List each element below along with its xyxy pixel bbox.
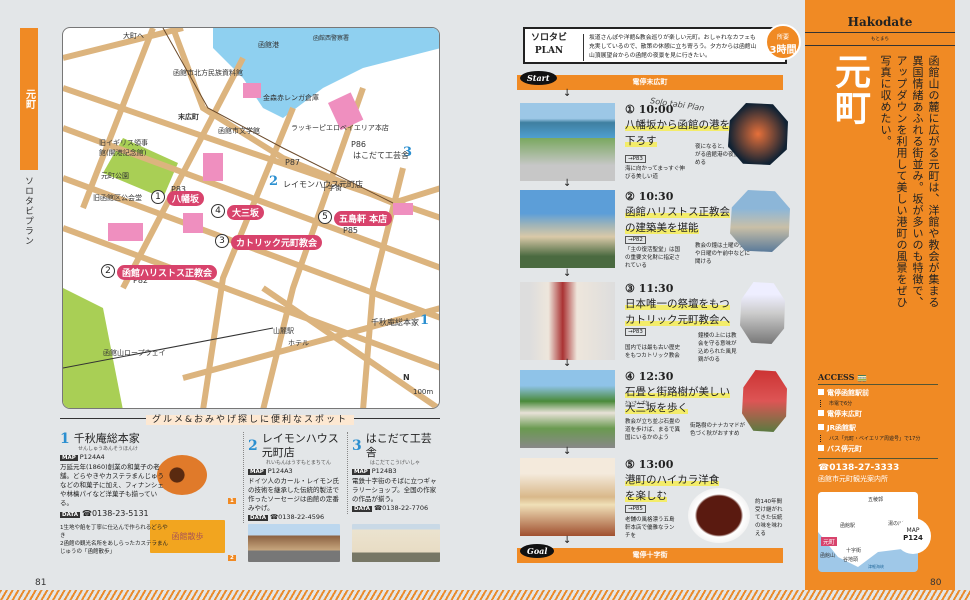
spot-number: 1	[151, 190, 165, 204]
goal-bar: 電停十字街	[517, 548, 783, 563]
spot-phone: ☎0138-22-4596	[269, 513, 325, 521]
page-number: 81	[35, 578, 47, 588]
map-pin-hachimanzaka[interactable]: 八幡坂	[167, 191, 205, 206]
step-photo	[520, 190, 615, 268]
spot-desc: 万延元年(1860)創業の和菓子の老舗。どらやきやカステラまんじゅうなどの和菓子…	[60, 463, 164, 507]
map-label: ラッキーピエロベイエリア本店	[291, 124, 389, 132]
night-view-photo	[728, 103, 788, 165]
plan-description: 坂道さんぽや洋館&教会巡りが楽しい元町。おしゃれなカフェも充実しているので、散策…	[583, 34, 758, 61]
photo-number: 2	[228, 555, 236, 561]
section-tab: 元町	[20, 28, 38, 170]
belfry-photo	[740, 282, 785, 344]
map-label: 山麓駅	[273, 327, 294, 335]
spot-card: 3 はこだて工芸舎 はこだてこうげいしゃ MAP P124B3 電鉄十字街のそばに立…	[347, 432, 442, 514]
map-label: ホテル	[288, 339, 309, 347]
stew-photo	[688, 488, 750, 543]
spot-number: 4	[211, 204, 225, 218]
spot-card: 1 千秋庵総本家 せんしゅうあんそうほんけ MAP P124A4 万延元年(1860…	[60, 431, 169, 555]
plan-header: ソロタビ PLAN 坂道さんぽや洋館&教会巡りが楽しい元町。おしゃれなカフェも充実…	[523, 27, 787, 64]
spot-phone: ☎0138-23-5131	[81, 509, 149, 518]
map-pin-harisutosu[interactable]: 函館ハリストス正教会	[117, 265, 218, 280]
page-number: 80	[930, 578, 942, 588]
duration-badge: 所要 3時間	[765, 24, 801, 60]
map-label: 函館山ロープウェイ	[103, 349, 166, 357]
map-pin-daisanzaka[interactable]: 大三坂	[227, 205, 265, 220]
area-reading: もとまち	[805, 36, 955, 46]
access-box: ACCESS 🚃 電停函館駅前 市電で6分 電停末広町 JR函館駅 バス「元町・…	[818, 372, 938, 456]
raymon-house-photo	[248, 524, 340, 562]
step-photo	[520, 282, 615, 360]
page-ref: P87	[285, 158, 301, 167]
arrow-icon: ↓	[563, 446, 572, 457]
kogeisha-photo	[352, 524, 440, 562]
plan-step: ③ 11:30 日本唯一の祭壇をもつ カトリック元町教会へ →P83 国内では最も…	[520, 282, 785, 363]
spot-card: 2 レイモンハウス元町店 れいもんはうすもとまちてん MAP P124A3 ドイツ人…	[243, 432, 343, 523]
map-label: 函館港	[258, 41, 279, 49]
spot-name: はこだて工芸舎	[365, 432, 432, 459]
divider	[818, 458, 938, 459]
start-label: Start	[520, 71, 557, 85]
bottom-stripe	[0, 590, 970, 600]
scale-label: 100m	[413, 388, 434, 396]
spot-name: 千秋庵総本家	[73, 432, 140, 445]
map-label: 末広町	[178, 113, 199, 121]
shop-number: 1	[420, 313, 430, 328]
map-label: 旧函館区公会堂	[93, 194, 142, 202]
area-name: Hakodate	[805, 15, 955, 33]
section-label: ソロタビプラン	[23, 176, 33, 246]
train-icon: 🚃	[857, 372, 868, 382]
spot-name: レイモンハウス元町店	[261, 432, 339, 459]
arrow-icon: ↓	[563, 268, 572, 279]
map-shop-label[interactable]: レイモンハウス元町店	[283, 179, 363, 190]
map-shop-label[interactable]: はこだて工芸舎	[353, 150, 409, 161]
spot-number: 5	[318, 210, 332, 224]
arrow-icon: ↓	[563, 88, 572, 99]
map-label: 函館市北方民族資料館	[173, 69, 243, 77]
map-label: 金森赤レンガ倉庫	[263, 94, 319, 102]
map-label: 函館市文学館	[218, 127, 260, 135]
page-ref: P85	[343, 226, 359, 235]
step-photo	[520, 458, 615, 536]
step-photo	[520, 103, 615, 181]
page-ref: P86	[351, 140, 367, 149]
map-label: 元町公園	[101, 172, 129, 180]
contact: ☎0138-27-3333 函館市元町観光案内所	[818, 463, 900, 483]
spot-phone: ☎0138-22-7706	[373, 504, 429, 512]
map-pin-gotoken[interactable]: 五島軒 本店	[334, 211, 393, 226]
map-label: 大町へ	[123, 32, 144, 40]
map-page-link[interactable]: MAP P124	[895, 518, 931, 554]
map-shop-label[interactable]: 千秋庵総本家	[371, 317, 419, 328]
goal-label: Goal	[520, 544, 555, 558]
shop-number: 2	[269, 174, 279, 189]
step-photo	[520, 370, 615, 448]
arrow-icon: ↓	[563, 535, 572, 546]
plan-step: ④ 12:30 石畳と街路樹が美しい 大三坂を歩く だいさんざか 教会が立ち並ぶ石…	[520, 370, 787, 450]
lead-text: 函館山の麓に広がる元町は、洋館や教会が集まる異国情緒あふれる街並み。坂が多いのも…	[879, 55, 940, 308]
plan-step: ② 10:30 函館ハリストス正教会 の建築美を堪能 →P82 「主の復活聖堂」は…	[520, 190, 790, 270]
spot-number: 2	[101, 264, 115, 278]
area-map[interactable]: 大町へ 函館西警察署 函館港 函館市北方民族資料館 金森赤レンガ倉庫 末広町 旧…	[62, 27, 440, 409]
page-title: 元町	[829, 53, 870, 125]
map-label: 旧イギリス領事館(開港記念館)	[99, 139, 148, 157]
start-bar: 電停末広町	[517, 75, 783, 90]
north-label: N	[403, 373, 410, 382]
map-pin-catholic[interactable]: カトリック元町教会	[231, 235, 323, 250]
arrow-icon: ↓	[563, 178, 572, 189]
spots-heading: グルメ&おみやげ探しに便利なスポット	[60, 412, 440, 425]
church-photo	[730, 190, 790, 252]
spot-desc: 電鉄十字街のそばに立つギャラリーショップ。全国の作家の作品が揃う。	[352, 477, 437, 503]
plan-step: ① 10:00 八幡坂から函館の港を見下ろす →P83 海に向かってまっすぐ伸び…	[520, 103, 788, 183]
arrow-icon: ↓	[563, 358, 572, 369]
spot-number: 3	[215, 234, 229, 248]
map-label: 函館西警察署	[313, 35, 350, 42]
photo-number: 1	[228, 498, 236, 504]
spot-desc: ドイツ人のカール・レイモン氏の技術を継承した伝統的製法で作ったソーセージは函館の…	[248, 477, 339, 512]
plan-step: ⑤ 13:00 港町のハイカラ洋食 を楽しむ →P85 老舗の風格漂う五島軒本店で…	[520, 458, 785, 543]
rowan-photo	[742, 370, 787, 432]
